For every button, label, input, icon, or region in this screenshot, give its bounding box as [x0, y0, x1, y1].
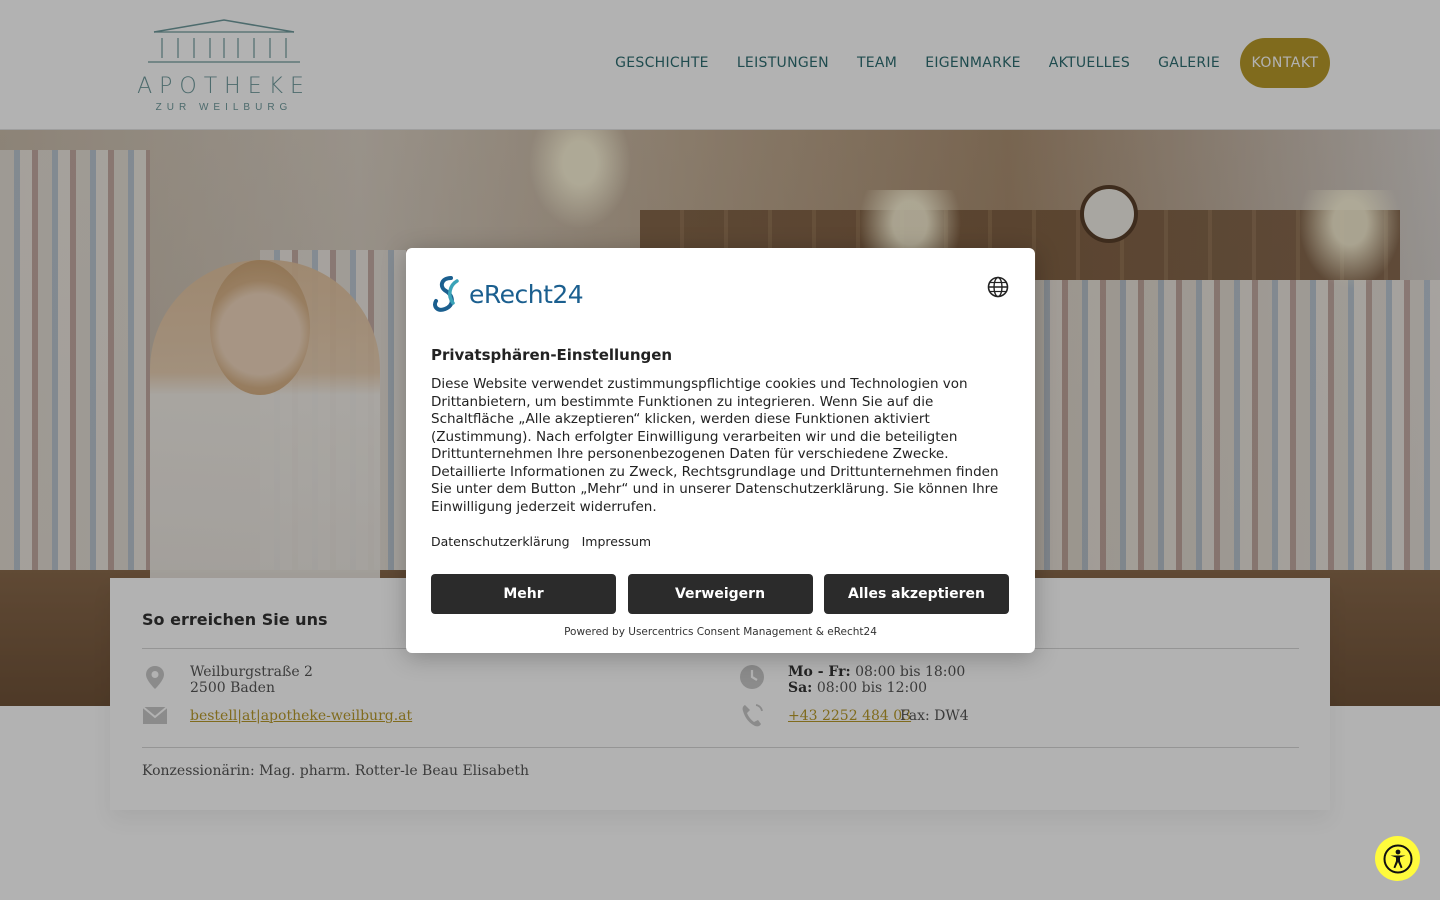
- consent-links: Datenschutzerklärung Impressum: [431, 534, 663, 549]
- consent-body: Diese Website verwendet zustimmungspflic…: [431, 376, 999, 515]
- accessibility-icon: [1383, 844, 1412, 873]
- accessibility-button[interactable]: [1375, 836, 1420, 881]
- deny-button[interactable]: Verweigern: [627, 574, 813, 614]
- accept-all-button[interactable]: Alles akzeptieren: [824, 574, 1009, 614]
- erecht24-mark-icon: [433, 276, 459, 312]
- consent-title: Privatsphären-Einstellungen: [431, 346, 673, 364]
- powered-by: Powered by Usercentrics Consent Manageme…: [564, 626, 877, 638]
- consent-buttons: Mehr Verweigern Alles akzeptieren: [431, 574, 1009, 614]
- consent-dialog: eRecht24 Privatsphären-Einstellungen Die…: [406, 248, 1035, 653]
- globe-icon[interactable]: [987, 276, 1009, 298]
- brand-name: eRecht24: [469, 279, 584, 309]
- imprint-link[interactable]: Impressum: [582, 534, 651, 549]
- erecht24-logo: eRecht24: [431, 274, 584, 314]
- more-button[interactable]: Mehr: [431, 574, 616, 614]
- privacy-policy-link[interactable]: Datenschutzerklärung: [431, 534, 570, 549]
